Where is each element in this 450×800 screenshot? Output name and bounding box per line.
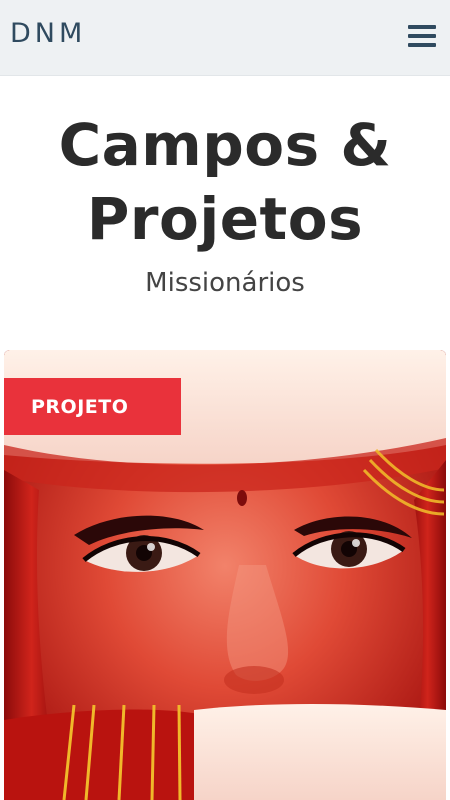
page-title: Campos & Projetos xyxy=(0,108,450,256)
page-title-line-2: Projetos xyxy=(86,185,364,253)
menu-bar xyxy=(408,25,436,29)
menu-bar xyxy=(408,43,436,47)
page-subtitle: Missionários xyxy=(145,268,305,298)
brand-logo-text[interactable]: DNM xyxy=(10,20,86,47)
project-tag-badge[interactable]: PROJETO xyxy=(4,378,181,435)
hero-section: Campos & Projetos Missionários xyxy=(0,108,450,298)
hamburger-menu-icon[interactable] xyxy=(408,25,436,47)
menu-bar xyxy=(408,34,436,38)
project-card[interactable]: PROJETO xyxy=(4,350,446,800)
top-navbar: DNM xyxy=(0,0,450,76)
page-title-line-1: Campos & xyxy=(58,111,392,179)
